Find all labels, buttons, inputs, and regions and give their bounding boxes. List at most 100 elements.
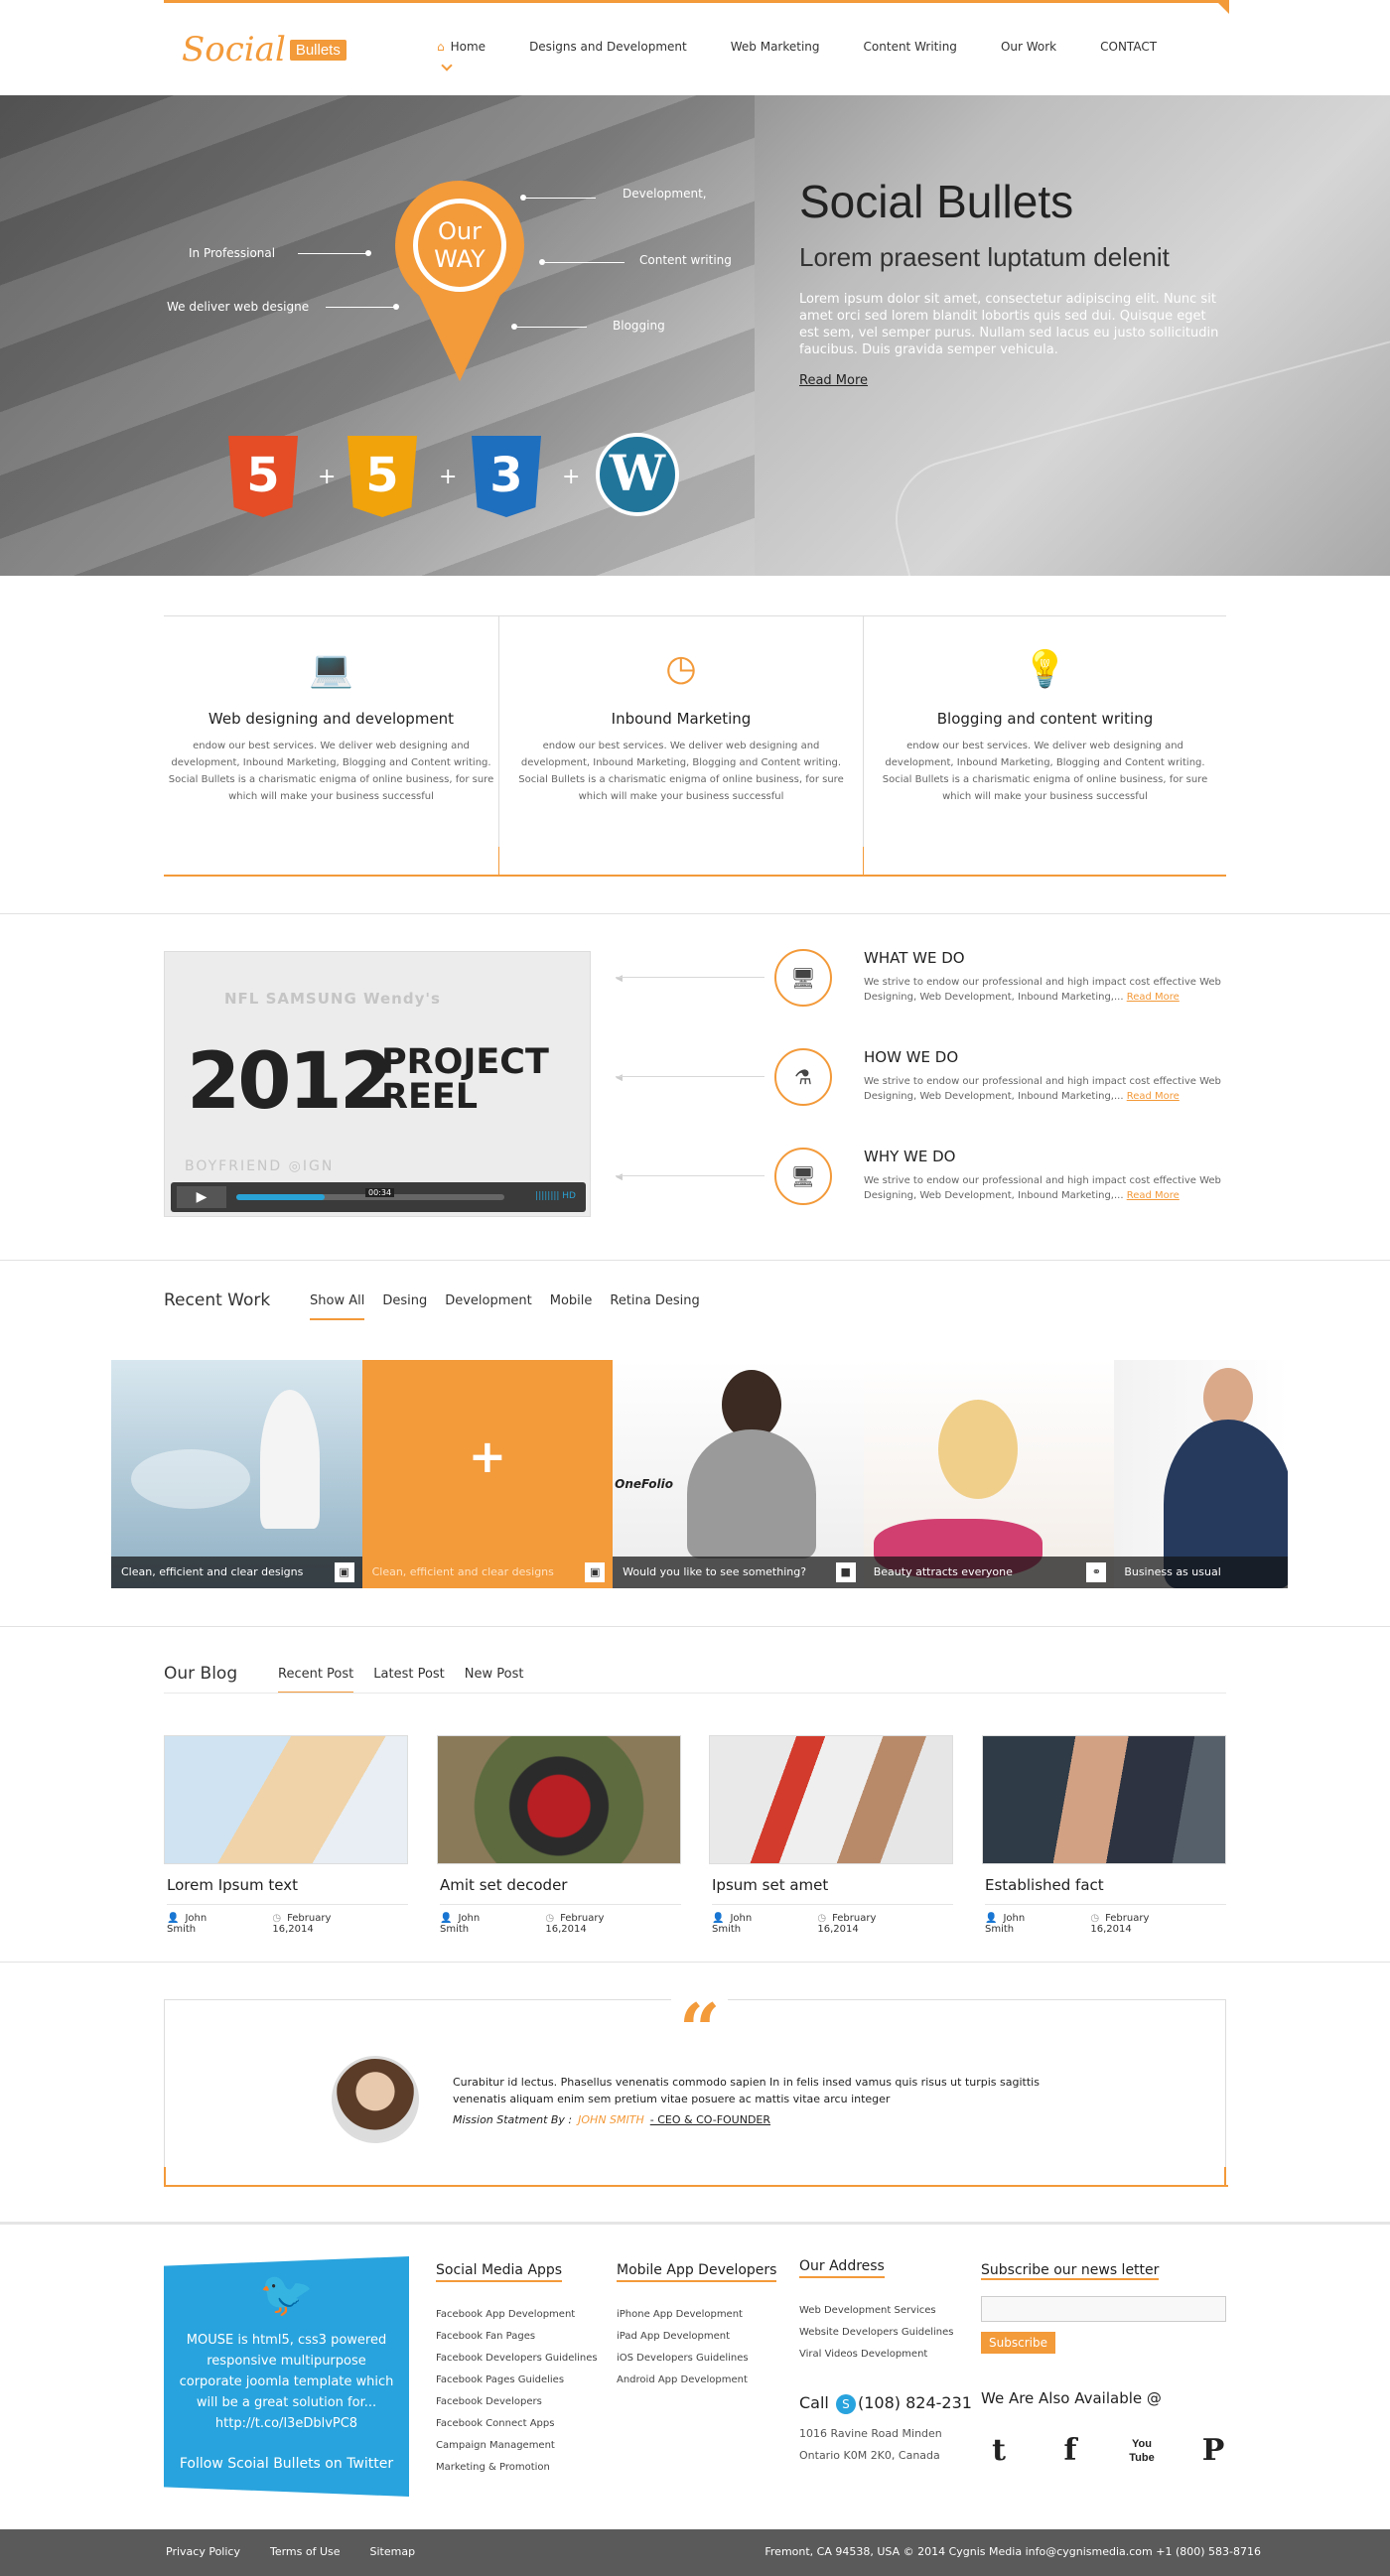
footer-link[interactable]: Website Developers Guidelines: [799, 2322, 953, 2344]
blog-post-card[interactable]: Established fact 👤 John Smith ◷ February 16…: [982, 1735, 1226, 1935]
portfolio-item[interactable]: Clean, efficient and clear designs ▣: [111, 1360, 362, 1588]
footer-link[interactable]: Android App Development: [617, 2370, 776, 2391]
footer-link[interactable]: Facebook Connect Apps: [436, 2413, 598, 2435]
footer-link[interactable]: Viral Videos Development: [799, 2344, 953, 2366]
follow-twitter-link[interactable]: Follow Scoial Bullets on Twitter: [164, 2456, 409, 2472]
video-seek-bar[interactable]: 00:34: [236, 1188, 504, 1200]
image-icon[interactable]: ▣: [334, 1562, 354, 1582]
plus-icon[interactable]: +: [362, 1429, 614, 1483]
privacy-policy-link[interactable]: Privacy Policy: [166, 2545, 240, 2558]
tab-retina-desing[interactable]: Retina Desing: [610, 1293, 699, 1320]
portfolio-image-detail: [131, 1449, 250, 1509]
css3-icon: 3: [472, 436, 541, 517]
service-title: Web designing and development: [208, 710, 455, 728]
testimonial-section: “ Curabitur id lectus. Phasellus venenat…: [164, 1990, 1228, 2187]
footer-link[interactable]: iPad App Development: [617, 2326, 776, 2348]
feature-text: We strive to endow our professional and …: [864, 975, 1231, 1005]
footer-link[interactable]: iOS Developers Guidelines: [617, 2348, 776, 2370]
video-logos-bottom: BOYFRIEND ◎IGN: [185, 1158, 335, 1174]
tab-latest-post[interactable]: Latest Post: [373, 1667, 445, 1694]
subscribe-button[interactable]: Subscribe: [981, 2332, 1055, 2354]
link-icon[interactable]: ⚭: [1086, 1562, 1107, 1582]
service-text: endow our best services. We deliver web …: [518, 741, 844, 802]
video-time: 00:34: [365, 1188, 395, 1197]
blog-post-title[interactable]: Lorem Ipsum text: [167, 1876, 408, 1905]
blog-post-card[interactable]: Lorem Ipsum text 👤 John Smith ◷ February 16…: [164, 1735, 408, 1935]
nav-designs-development[interactable]: Designs and Development: [529, 40, 687, 54]
label-connector: [517, 327, 587, 328]
footer-link[interactable]: iPhone App Development: [617, 2304, 776, 2326]
skype-icon[interactable]: S: [835, 2394, 856, 2414]
bottom-bar: Privacy Policy Terms of Use Sitemap Frem…: [0, 2529, 1390, 2576]
feature-read-more-link[interactable]: Read More: [1127, 1091, 1180, 1102]
portfolio-image: [260, 1390, 320, 1529]
facebook-icon[interactable]: f: [1052, 2433, 1088, 2469]
portfolio-item[interactable]: Business as usual: [1114, 1360, 1289, 1588]
footer-link[interactable]: Facebook Fan Pages: [436, 2326, 598, 2348]
logo-badge: Bullets: [289, 39, 347, 61]
tab-recent-post[interactable]: Recent Post: [278, 1667, 354, 1694]
testimonial-name[interactable]: JOHN SMITH: [578, 2113, 644, 2126]
blog-post-title[interactable]: Amit set decoder: [440, 1876, 681, 1905]
blog-post-card[interactable]: Amit set decoder 👤 John Smith ◷ February 16…: [437, 1735, 681, 1935]
nav-home[interactable]: ⌂ Home: [437, 40, 486, 54]
tab-development[interactable]: Development: [445, 1293, 532, 1320]
author: 👤 John Smith: [985, 1913, 1072, 1935]
newsletter-email-input[interactable]: [981, 2296, 1226, 2322]
feature-read-more-link[interactable]: Read More: [1127, 992, 1180, 1003]
blog-post-card[interactable]: Ipsum set amet 👤 John Smith ◷ February 16,2…: [709, 1735, 953, 1935]
blog-post-title[interactable]: Established fact: [985, 1876, 1226, 1905]
nav-web-marketing[interactable]: Web Marketing: [731, 40, 820, 54]
tab-desing[interactable]: Desing: [382, 1293, 427, 1320]
pinterest-icon[interactable]: P: [1195, 2433, 1231, 2469]
tab-mobile[interactable]: Mobile: [550, 1293, 593, 1320]
timer-icon: ◷: [665, 648, 697, 689]
footer-link[interactable]: Facebook Pages Guidelies: [436, 2370, 598, 2391]
twitter-icon[interactable]: t: [981, 2433, 1017, 2469]
terms-of-use-link[interactable]: Terms of Use: [270, 2545, 341, 2558]
nav-our-work[interactable]: Our Work: [1001, 40, 1056, 54]
blog-post-meta: 👤 John Smith ◷ February 16,2014: [440, 1913, 681, 1935]
nav-contact[interactable]: CONTACT: [1100, 40, 1157, 54]
footer-link[interactable]: Marketing & Promotion: [436, 2457, 598, 2479]
nav-content-writing[interactable]: Content Writing: [864, 40, 957, 54]
tab-new-post[interactable]: New Post: [465, 1667, 524, 1694]
footer-link[interactable]: Campaign Management: [436, 2435, 598, 2457]
hero-read-more-link[interactable]: Read More: [799, 373, 868, 388]
portfolio-image-detail: [687, 1429, 817, 1559]
blog-post-title[interactable]: Ipsum set amet: [712, 1876, 953, 1905]
footer-link[interactable]: Web Development Services: [799, 2300, 953, 2322]
testimonial-author: Mission Statment By : JOHN SMITH - CEO & C…: [453, 2113, 770, 2126]
arrow-left-icon: ◀: [616, 1172, 623, 1182]
footer-link[interactable]: Facebook Developers: [436, 2391, 598, 2413]
site-logo[interactable]: Social Bullets: [182, 30, 347, 69]
phone-text: (108) 824-231: [857, 2393, 972, 2412]
monitor-icon: 🖥: [774, 1148, 832, 1205]
blog-post-meta: 👤 John Smith ◷ February 16,2014: [712, 1913, 953, 1935]
portfolio-item-hover[interactable]: + Clean, efficient and clear designs ▣: [361, 1360, 614, 1588]
label-connector: [326, 307, 395, 308]
portfolio-item[interactable]: Beauty attracts everyone ⚭: [863, 1360, 1115, 1588]
image-icon[interactable]: ▣: [585, 1562, 606, 1582]
footer-link[interactable]: Facebook Developers Guidelines: [436, 2348, 598, 2370]
section-divider: [0, 913, 1390, 914]
testimonial-role: - CEO & CO-FOUNDER: [649, 2113, 771, 2126]
tweet-text[interactable]: MOUSE is html5, css3 powered responsive …: [176, 2330, 397, 2434]
available-title: We Are Also Available @: [981, 2389, 1162, 2407]
javascript-icon: 5: [348, 436, 417, 517]
hd-toggle[interactable]: |||||||| HD: [535, 1191, 576, 1201]
video-player[interactable]: NFL SAMSUNG Wendy's 2012 PROJECT REEL BO…: [164, 951, 591, 1217]
portfolio-caption: Clean, efficient and clear designs ▣: [362, 1557, 614, 1588]
footer-address: Our Address Web Development Services Web…: [799, 2258, 953, 2366]
copyright-text: Fremont, CA 94538, USA © 2014 Cygnis Med…: [764, 2545, 1261, 2558]
youtube-icon[interactable]: You Tube: [1124, 2433, 1160, 2469]
feature-read-more-link[interactable]: Read More: [1127, 1190, 1180, 1201]
video-icon[interactable]: ■: [835, 1562, 856, 1582]
footer-link[interactable]: Facebook App Development: [436, 2304, 598, 2326]
recent-work-title: Recent Work: [164, 1290, 271, 1310]
tab-show-all[interactable]: Show All: [310, 1293, 365, 1320]
sitemap-link[interactable]: Sitemap: [370, 2545, 416, 2558]
play-button[interactable]: ▶: [177, 1186, 226, 1208]
section-divider: [0, 1626, 1390, 1627]
portfolio-item[interactable]: OneFolio Would you like to see something…: [613, 1360, 864, 1588]
